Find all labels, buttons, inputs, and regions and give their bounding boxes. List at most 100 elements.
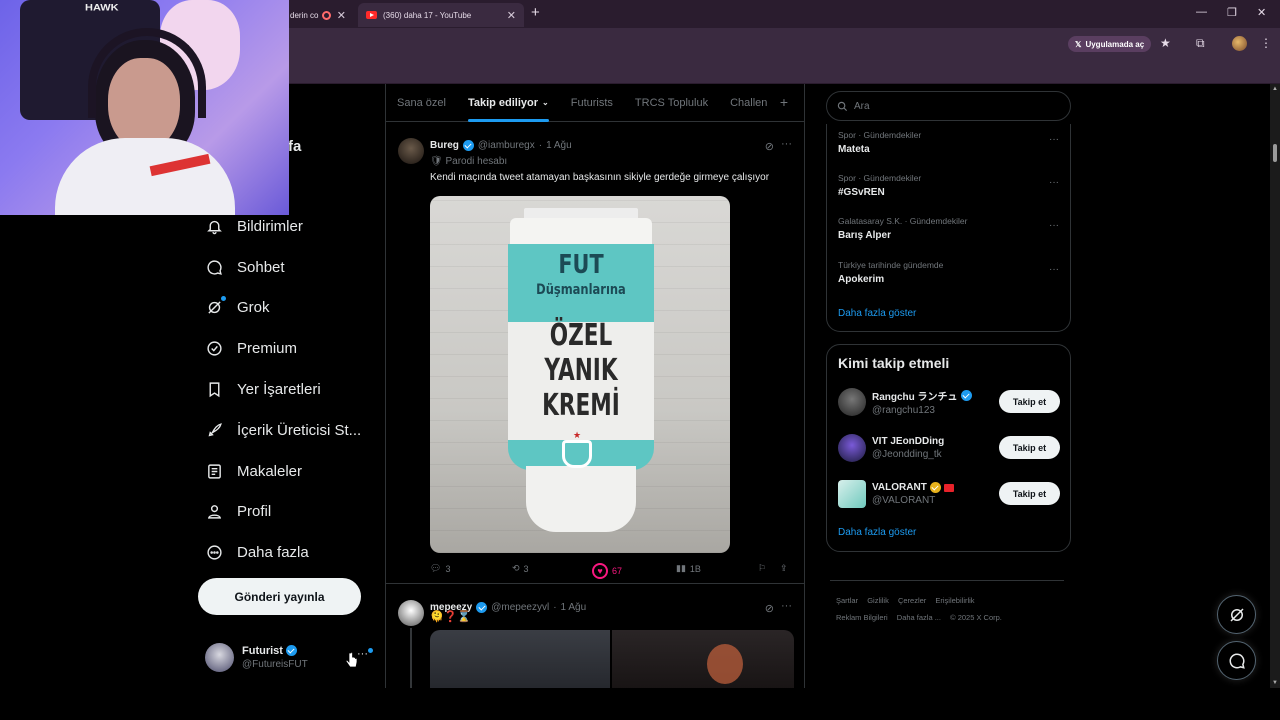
tab-futurists[interactable]: Futurists (560, 84, 624, 122)
more-icon[interactable]: ··· (781, 600, 792, 612)
sidebar-item-chat[interactable]: Sohbet (198, 247, 380, 288)
media-left[interactable] (430, 630, 610, 688)
follow-button[interactable]: Takip et (999, 390, 1060, 413)
tweet-date[interactable]: 1 Ağu (546, 140, 572, 151)
sidebar-item-premium[interactable]: Premium (198, 328, 380, 369)
browser-tab[interactable]: derin co ✕ (282, 3, 354, 27)
user-handle: @VALORANT (872, 495, 936, 506)
avatar[interactable] (398, 138, 424, 164)
tab-trcs-community[interactable]: TRCS Topluluk (624, 84, 719, 122)
divider (830, 580, 1064, 581)
sidebar-item-more[interactable]: Daha fazla (198, 532, 380, 573)
media-text-line5: KREMİ (542, 388, 620, 423)
kebab-menu-icon[interactable]: ⋮ (1260, 36, 1272, 50)
sidebar-item-bookmarks[interactable]: Yer İşaretleri (198, 369, 380, 410)
footer-link[interactable]: Erişilebilirlik (935, 596, 974, 605)
new-tab-icon[interactable]: + (531, 4, 540, 21)
search-input[interactable] (854, 100, 1054, 112)
sidebar-item-articles[interactable]: Makaleler (198, 451, 380, 492)
media-right[interactable] (612, 630, 794, 688)
show-more-link[interactable]: Daha fazla göster (838, 527, 916, 538)
trend-context: Spor · Gündemdekiler (838, 130, 922, 140)
bookmark-icon (206, 381, 223, 398)
footer-link[interactable]: Şartlar (836, 596, 858, 605)
search-box[interactable] (826, 91, 1071, 121)
tweet-image[interactable] (430, 630, 794, 688)
tweet-date[interactable]: 1 Ağu (561, 602, 587, 613)
tweet[interactable]: mepeezy @mepeezyvl · 1 Ağu ⊘ ··· 🫠❓⌛ (386, 584, 804, 688)
grok-fab-button[interactable] (1217, 595, 1256, 634)
sidebar-item-profile[interactable]: Profil (198, 492, 380, 533)
avatar[interactable] (838, 434, 866, 462)
footer-link[interactable]: Reklam Bilgileri (836, 613, 888, 622)
trend-context: Galatasaray S.K. · Gündemdekiler (838, 216, 968, 226)
follow-button[interactable]: Takip et (999, 436, 1060, 459)
share-button[interactable]: ⇪ (780, 563, 788, 574)
page-scrollbar[interactable]: ▲ ▼ (1270, 84, 1280, 688)
star-icon[interactable]: ★ (1160, 36, 1171, 50)
minimize-icon[interactable]: — (1196, 6, 1207, 18)
bookmark-button[interactable]: ⚐ (758, 563, 766, 574)
views-button[interactable]: ▮▮ 1B (676, 563, 701, 574)
trend-name: Apokerim (838, 274, 885, 285)
trend-item[interactable]: Spor · Gündemdekiler Mateta ··· (838, 130, 1063, 166)
reply-button[interactable]: 💬︎ 3 (430, 563, 450, 574)
tab-following[interactable]: Takip ediliyor ⌄ (457, 84, 560, 122)
suggested-user[interactable]: Rangchu ランチュ @rangchu123 Takip et (838, 387, 1060, 417)
tweet-image[interactable]: FUT Düşmanlarına ÖZEL YANIK KREMİ ★ (430, 196, 730, 553)
tube-cap-bottom (526, 466, 636, 532)
avatar[interactable] (398, 600, 424, 626)
trend-item[interactable]: Galatasaray S.K. · Gündemdekiler Barış A… (838, 216, 1063, 252)
trend-name: #GSvREN (838, 187, 885, 198)
article-icon (206, 463, 223, 480)
maximize-icon[interactable]: ❐ (1227, 6, 1237, 19)
open-in-app-button[interactable]: 𝕏 Uygulamada aç (1068, 36, 1152, 52)
tweet-author-handle[interactable]: @iamburegx (478, 140, 535, 151)
scroll-thumb[interactable] (1273, 144, 1277, 162)
close-icon[interactable]: ✕ (337, 9, 346, 22)
more-icon[interactable]: ··· (1049, 264, 1059, 275)
suggested-user[interactable]: VIT JEonDDing @Jeondding_tk Takip et (838, 433, 1060, 463)
scroll-up-icon[interactable]: ▲ (1272, 86, 1278, 92)
tweet-author-handle[interactable]: @mepeezyvl (491, 602, 549, 613)
tweet-author-name[interactable]: Bureg (430, 140, 459, 151)
footer-link[interactable]: Gizlilik (867, 596, 889, 605)
tab-challenge[interactable]: Challen (719, 84, 778, 122)
add-tab-icon[interactable]: + (780, 94, 788, 110)
grok-icon[interactable]: ⊘ (765, 140, 774, 153)
more-icon[interactable]: ··· (1049, 177, 1059, 188)
verified-badge-icon (285, 645, 297, 656)
profile-avatar[interactable] (1232, 36, 1247, 51)
close-icon[interactable]: ✕ (507, 9, 516, 22)
footer-link[interactable]: Daha fazla ... (897, 613, 941, 622)
browser-tab-active[interactable]: (360) daha 17 - YouTube ✕ (358, 3, 524, 27)
show-more-link[interactable]: Daha fazla göster (838, 308, 916, 319)
scroll-down-icon[interactable]: ▼ (1272, 680, 1278, 686)
trend-item[interactable]: Spor · Gündemdekiler #GSvREN ··· (838, 173, 1063, 209)
post-button[interactable]: Gönderi yayınla (198, 578, 361, 615)
tab-for-you[interactable]: Sana özel (386, 84, 457, 122)
follow-button[interactable]: Takip et (999, 482, 1060, 505)
trend-item[interactable]: Türkiye tarihinde gündemde Apokerim ··· (838, 260, 1063, 296)
footer-link[interactable]: Çerezler (898, 596, 926, 605)
window-close-icon[interactable]: ✕ (1257, 6, 1266, 19)
chair-label: HAWK (85, 3, 119, 13)
like-button[interactable]: ♥ 67 (592, 563, 622, 579)
more-icon[interactable]: ··· (357, 648, 368, 660)
tweet[interactable]: Bureg @iamburegx · 1 Ağu ⊘ ··· 🛡 Parodi … (386, 122, 804, 584)
open-in-app-label: Uygulamada aç (1085, 39, 1145, 49)
sidebar-item-creator-studio[interactable]: İçerik Üreticisi St... (198, 410, 380, 451)
extensions-icon[interactable]: ⧉ (1196, 36, 1205, 51)
repost-button[interactable]: ⟲ 3 (512, 563, 529, 574)
messages-fab-button[interactable] (1217, 641, 1256, 680)
more-icon[interactable]: ··· (781, 138, 792, 150)
valorant-logo[interactable] (838, 480, 866, 508)
chat-icon (1229, 652, 1245, 669)
avatar[interactable] (838, 388, 866, 416)
suggested-user[interactable]: VALORANT @VALORANT Takip et (838, 479, 1060, 509)
sidebar-item-label: Makaleler (237, 462, 303, 480)
more-icon[interactable]: ··· (1049, 220, 1059, 231)
sidebar-item-grok[interactable]: Grok (198, 288, 380, 329)
more-icon[interactable]: ··· (1049, 134, 1059, 145)
grok-icon[interactable]: ⊘ (765, 602, 774, 615)
